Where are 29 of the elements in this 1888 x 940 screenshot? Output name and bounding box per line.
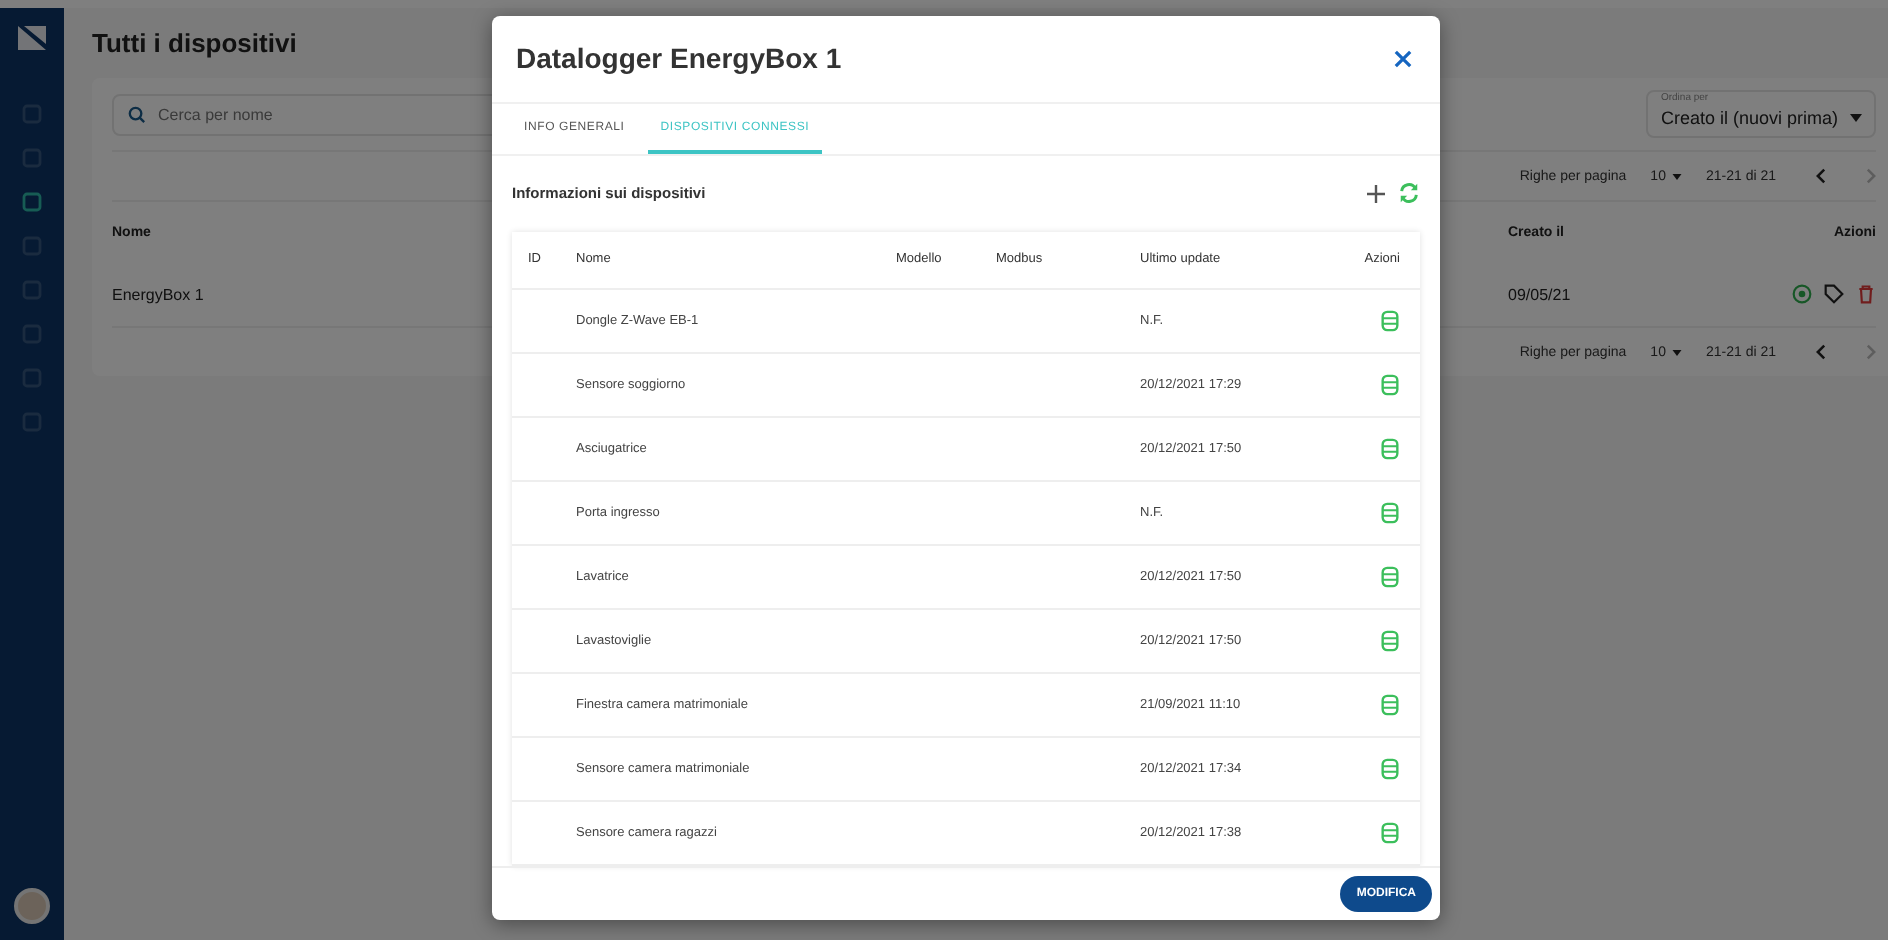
database-icon[interactable] [1380, 565, 1400, 588]
sidebar-item[interactable] [22, 192, 42, 212]
eye-icon[interactable] [1792, 284, 1812, 304]
logo-icon [16, 24, 48, 52]
caret-icon [1671, 349, 1682, 355]
table-cell-text: 09/05/21 [1508, 285, 1573, 303]
database-icon[interactable] [1380, 693, 1400, 716]
previous-page-icon[interactable] [1816, 168, 1826, 184]
tag-icon[interactable] [1824, 284, 1844, 304]
next-page-icon[interactable] [1866, 344, 1876, 360]
database-icon[interactable] [1380, 501, 1400, 524]
next-page-icon[interactable] [1866, 168, 1876, 184]
database-icon[interactable] [1380, 629, 1400, 652]
database-icon[interactable] [1380, 757, 1400, 780]
add-icon[interactable] [1366, 183, 1386, 204]
search-icon [128, 105, 146, 123]
caret-icon [1671, 173, 1682, 179]
database-icon[interactable] [1380, 373, 1400, 396]
caret-icon [1850, 114, 1862, 122]
dialog-title: Datalogger EnergyBox 1 [516, 42, 842, 75]
trash-icon[interactable] [1856, 284, 1876, 304]
database-icon[interactable] [1380, 309, 1400, 332]
database-icon[interactable] [1380, 821, 1400, 844]
table-cell-text: EnergyBox 1 [112, 285, 206, 303]
previous-page-icon[interactable] [1816, 344, 1826, 360]
database-icon[interactable] [1380, 437, 1400, 460]
refresh-icon[interactable] [1398, 182, 1420, 205]
close-icon[interactable] [1394, 49, 1412, 68]
avatar[interactable] [14, 888, 50, 924]
